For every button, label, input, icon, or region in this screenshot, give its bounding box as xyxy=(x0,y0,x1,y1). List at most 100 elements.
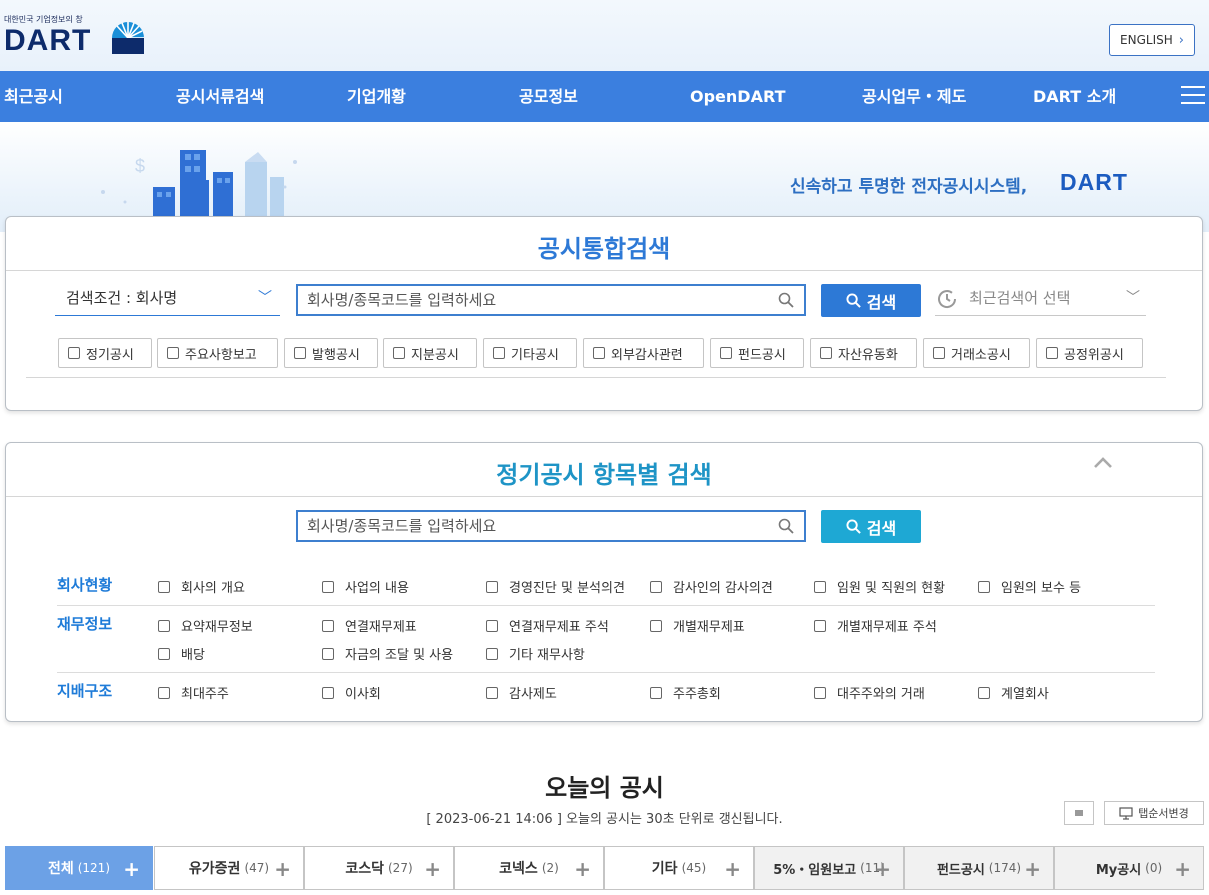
integrated-search-button-label: 검색 xyxy=(866,292,897,312)
tab-konex[interactable]: 코넥스 (2) + xyxy=(454,846,604,890)
checkbox[interactable] xyxy=(593,347,605,359)
checkbox[interactable] xyxy=(294,347,306,359)
filter-issuance[interactable]: 발행공시 xyxy=(284,338,378,368)
option-company-overview[interactable]: 회사의 개요 xyxy=(158,577,245,596)
checkbox[interactable] xyxy=(650,580,662,593)
option-fund-raising[interactable]: 자금의 조달 및 사용 xyxy=(322,644,453,663)
checkbox[interactable] xyxy=(933,347,945,359)
tab-label: 5%・임원보고 xyxy=(773,862,857,878)
filter-regular[interactable]: 정기공시 xyxy=(58,338,152,368)
tab-count: (47) xyxy=(244,861,270,875)
checkbox[interactable] xyxy=(978,580,990,593)
plus-icon: + xyxy=(424,857,441,881)
grid-view-button[interactable] xyxy=(1064,801,1094,825)
periodic-company-search-input[interactable]: 회사명/종목코드를 입력하세요 xyxy=(296,510,806,542)
option-business-content[interactable]: 사업의 내용 xyxy=(322,577,409,596)
search-icon xyxy=(846,519,861,534)
option-executive-compensation[interactable]: 임원의 보수 등 xyxy=(978,577,1081,596)
nav-item-document-search[interactable]: 공시서류검색 xyxy=(176,71,264,122)
checkbox[interactable] xyxy=(820,347,832,359)
nav-item-about[interactable]: DART 소개 xyxy=(1033,71,1116,122)
option-largest-shareholder[interactable]: 최대주주 xyxy=(158,683,229,702)
checkbox[interactable] xyxy=(978,686,990,699)
tab-fund[interactable]: 펀드공시 (174) + xyxy=(904,846,1054,890)
hamburger-menu-icon[interactable] xyxy=(1181,86,1205,106)
option-label: 감사제도 xyxy=(509,687,557,702)
nav-item-opendart[interactable]: OpenDART xyxy=(690,71,785,122)
recent-search-select[interactable]: 최근검색어 선택 ﹀ xyxy=(935,283,1146,316)
option-executives-employees[interactable]: 임원 및 직원의 현황 xyxy=(814,577,945,596)
checkbox[interactable] xyxy=(814,686,826,699)
option-consolidated-fs[interactable]: 연결재무제표 xyxy=(322,616,417,635)
option-other-financial[interactable]: 기타 재무사항 xyxy=(486,644,585,663)
english-button[interactable]: ENGLISH › xyxy=(1109,24,1195,56)
checkbox[interactable] xyxy=(486,619,498,632)
checkbox[interactable] xyxy=(322,686,334,699)
tab-5pct-executive[interactable]: 5%・임원보고 (11) + xyxy=(754,846,904,890)
checkbox[interactable] xyxy=(158,647,170,660)
tab-label: 코스닥 xyxy=(345,861,384,877)
checkbox[interactable] xyxy=(393,347,405,359)
checkbox[interactable] xyxy=(158,580,170,593)
filter-label: 주요사항보고 xyxy=(185,347,257,363)
filter-fund[interactable]: 펀드공시 xyxy=(710,338,804,368)
checkbox[interactable] xyxy=(1046,347,1058,359)
periodic-search-button[interactable]: 검색 xyxy=(821,510,921,543)
checkbox[interactable] xyxy=(322,580,334,593)
option-label: 개별재무제표 주석 xyxy=(837,620,937,635)
checkbox[interactable] xyxy=(814,619,826,632)
checkbox[interactable] xyxy=(167,347,179,359)
tab-kosdaq[interactable]: 코스닥 (27) + xyxy=(304,846,454,890)
checkbox[interactable] xyxy=(322,647,334,660)
option-separate-fs-notes[interactable]: 개별재무제표 주석 xyxy=(814,616,937,635)
option-affiliates[interactable]: 계열회사 xyxy=(978,683,1049,702)
checkbox[interactable] xyxy=(486,686,498,699)
option-label: 대주주와의 거래 xyxy=(837,687,925,702)
option-consolidated-fs-notes[interactable]: 연결재무제표 주석 xyxy=(486,616,609,635)
tab-all[interactable]: 전체 (121) + xyxy=(5,846,153,890)
tab-kospi[interactable]: 유가증권 (47) + xyxy=(154,846,304,890)
checkbox[interactable] xyxy=(158,619,170,632)
tab-other[interactable]: 기타 (45) + xyxy=(604,846,754,890)
company-search-input[interactable]: 회사명/종목코드를 입력하세요 xyxy=(296,284,806,316)
checkbox[interactable] xyxy=(486,647,498,660)
search-condition-select[interactable]: 검색조건 : 회사명 ﹀ xyxy=(55,283,280,316)
option-board[interactable]: 이사회 xyxy=(322,683,381,702)
dart-logo[interactable]: 대한민국 기업정보의 창 DART xyxy=(4,14,154,62)
filter-securitization[interactable]: 자산유동화 xyxy=(810,338,917,368)
checkbox[interactable] xyxy=(493,347,505,359)
company-search-placeholder: 회사명/종목코드를 입력하세요 xyxy=(307,291,497,309)
tab-order-button[interactable]: 탭순서변경 xyxy=(1104,801,1204,825)
filter-ftc[interactable]: 공정위공시 xyxy=(1036,338,1143,368)
nav-item-regulation[interactable]: 공시업무・제도 xyxy=(862,71,966,122)
checkbox[interactable] xyxy=(720,347,732,359)
checkbox[interactable] xyxy=(650,619,662,632)
filter-equity[interactable]: 지분공시 xyxy=(383,338,477,368)
tab-count: (45) xyxy=(681,861,707,875)
checkbox[interactable] xyxy=(322,619,334,632)
option-major-shareholder-transactions[interactable]: 대주주와의 거래 xyxy=(814,683,925,702)
checkbox[interactable] xyxy=(814,580,826,593)
filter-external-audit[interactable]: 외부감사관련 xyxy=(583,338,704,368)
chevron-up-icon[interactable] xyxy=(1092,455,1114,471)
checkbox[interactable] xyxy=(486,580,498,593)
option-auditor-opinion[interactable]: 감사인의 감사의견 xyxy=(650,577,773,596)
nav-item-company[interactable]: 기업개황 xyxy=(347,71,406,122)
option-dividend[interactable]: 배당 xyxy=(158,644,205,663)
integrated-search-button[interactable]: 검색 xyxy=(821,284,921,317)
option-separate-fs[interactable]: 개별재무제표 xyxy=(650,616,745,635)
option-management-analysis[interactable]: 경영진단 및 분석의견 xyxy=(486,577,625,596)
option-label: 사업의 내용 xyxy=(345,581,409,596)
filter-exchange[interactable]: 거래소공시 xyxy=(923,338,1030,368)
nav-item-recent[interactable]: 최근공시 xyxy=(4,71,63,122)
checkbox[interactable] xyxy=(158,686,170,699)
filter-other[interactable]: 기타공시 xyxy=(483,338,577,368)
option-summary-financial[interactable]: 요약재무정보 xyxy=(158,616,253,635)
checkbox[interactable] xyxy=(68,347,80,359)
checkbox[interactable] xyxy=(650,686,662,699)
nav-item-offering[interactable]: 공모정보 xyxy=(519,71,578,122)
filter-major-report[interactable]: 주요사항보고 xyxy=(157,338,278,368)
option-audit-system[interactable]: 감사제도 xyxy=(486,683,557,702)
tab-my[interactable]: My공시 (0) + xyxy=(1054,846,1204,890)
option-shareholders-meeting[interactable]: 주주총회 xyxy=(650,683,721,702)
